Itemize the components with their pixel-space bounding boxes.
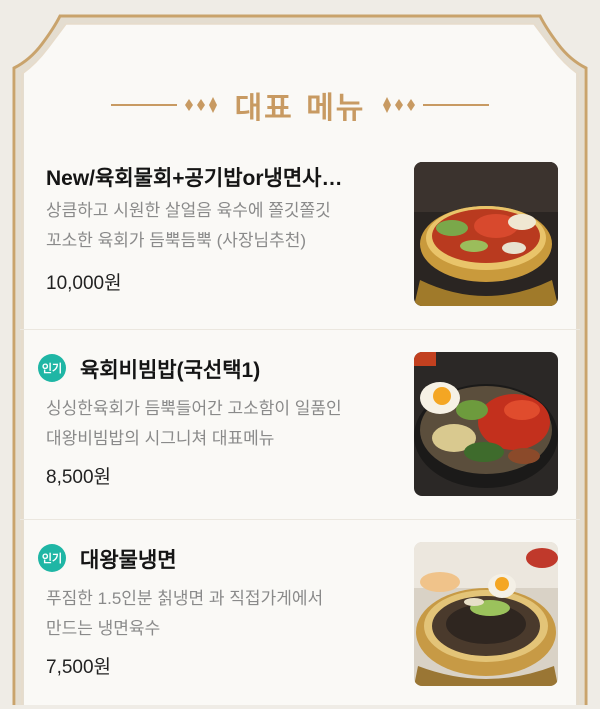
menu-item-name: 육회비빔밥(국선택1) <box>80 359 261 382</box>
menu-item[interactable]: 인기 대왕물냉면 푸짐한 1.5인분 칡냉면 과 직접가게에서 만드는 냉면육수… <box>20 520 580 709</box>
naengmyeon-raw-beef-photo[interactable] <box>414 162 558 306</box>
food-photo-icon <box>414 542 558 686</box>
section-header: 대표 메뉴 <box>0 80 600 130</box>
food-photo-icon <box>414 162 558 306</box>
description-line: 만드는 냉면육수 <box>46 619 161 638</box>
menu-item-price: 7,500원 <box>46 657 112 678</box>
menu-item[interactable]: 인기 육회비빔밥(국선택1) 싱싱한육회가 듬뿍들어간 고소함이 일품인 대왕비… <box>20 330 580 520</box>
left-ornament <box>110 95 221 115</box>
menu-item-name: New/육회물회+공기밥or냉면사… <box>46 167 343 190</box>
description-line: 대왕비빔밥의 시그니쳐 대표메뉴 <box>46 429 275 448</box>
menu-item-price: 10,000원 <box>46 273 122 294</box>
right-ornament <box>379 95 490 115</box>
menu-item-description: 상큼하고 시원한 살얼음 육수에 쫄깃쫄깃 꼬소한 육회가 듬뿍듬뿍 (사장님추… <box>46 196 406 256</box>
popular-badge: 인기 <box>38 544 66 572</box>
bibimbap-photo[interactable] <box>414 352 558 496</box>
section-title: 대표 메뉴 <box>234 91 366 126</box>
description-line: 상큼하고 시원한 살얼음 육수에 쫄깃쫄깃 <box>46 201 331 220</box>
menu-item[interactable]: New/육회물회+공기밥or냉면사… 상큼하고 시원한 살얼음 육수에 쫄깃쫄깃… <box>20 140 580 330</box>
mul-naengmyeon-photo[interactable] <box>414 542 558 686</box>
ornament-line-icon <box>383 97 490 113</box>
food-photo-icon <box>414 352 558 496</box>
menu-item-price: 8,500원 <box>46 467 112 488</box>
menu-item-description: 싱싱한육회가 듬뿍들어간 고소함이 일품인 대왕비빔밥의 시그니쳐 대표메뉴 <box>46 394 406 454</box>
menu-item-description: 푸짐한 1.5인분 칡냉면 과 직접가게에서 만드는 냉면육수 <box>46 584 406 644</box>
ornament-line-icon <box>110 97 217 113</box>
popular-badge: 인기 <box>38 354 66 382</box>
description-line: 싱싱한육회가 듬뿍들어간 고소함이 일품인 <box>46 399 342 418</box>
description-line: 꼬소한 육회가 듬뿍듬뿍 (사장님추천) <box>46 231 307 250</box>
description-line: 푸짐한 1.5인분 칡냉면 과 직접가게에서 <box>46 589 324 608</box>
menu-item-name: 대왕물냉면 <box>80 549 177 572</box>
